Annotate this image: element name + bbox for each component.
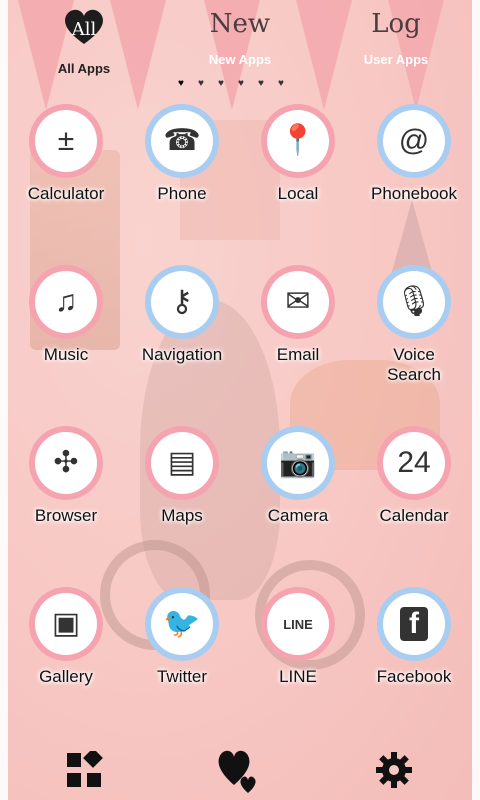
dock	[8, 720, 472, 800]
phone-icon: ☎	[151, 110, 213, 172]
camera-icon: 📷	[267, 432, 329, 494]
bird-icon: 🐦	[151, 593, 213, 655]
tab-user-apps[interactable]: Log User Apps	[326, 6, 466, 67]
app-maps[interactable]: ▤ Maps	[124, 430, 240, 591]
page-dot: ♥	[258, 78, 264, 89]
icon-glyph: @	[398, 124, 430, 157]
app-label: Phone	[157, 184, 207, 203]
app-camera[interactable]: 📷 Camera	[240, 430, 356, 591]
app-label: Navigation	[141, 345, 223, 364]
app-calendar[interactable]: 24 Calendar	[356, 430, 472, 591]
calendar-icon: 24	[383, 432, 445, 494]
app-label: Gallery	[39, 667, 93, 686]
app-phonebook[interactable]: @ Phonebook	[356, 108, 472, 269]
envelope-icon: ✉	[267, 271, 329, 333]
left-edge	[0, 0, 8, 800]
app-label: LINE	[279, 667, 317, 686]
app-label: Calendar	[379, 506, 449, 525]
microphone-icon: 🎙	[383, 271, 445, 333]
app-grid: ± Calculator ☎ Phone 📍 Local @ Phonebook ♫ Music ⚷…	[8, 108, 472, 708]
music-note-icon: ♫	[35, 271, 97, 333]
picture-frame-icon: ▣	[35, 593, 97, 655]
right-edge	[472, 0, 480, 800]
icon-glyph: ♫	[54, 285, 78, 318]
compass-icon: ✣	[35, 432, 97, 494]
page-dot: ♥	[238, 78, 244, 89]
icon-glyph: 📍	[279, 124, 317, 157]
app-music[interactable]: ♫ Music	[8, 269, 124, 430]
app-label: Facebook	[376, 667, 452, 686]
icon-glyph: 🐦	[163, 607, 201, 640]
icon-glyph: 🎙	[394, 285, 434, 318]
icon-glyph: ✉	[285, 285, 311, 318]
app-label: Email	[276, 345, 320, 364]
app-label: Local	[277, 184, 319, 203]
app-navigation[interactable]: ⚷ Navigation	[124, 269, 240, 430]
app-voice-search[interactable]: 🎙 Voice Search	[356, 269, 472, 430]
page-dot: ♥	[178, 78, 184, 89]
app-phone[interactable]: ☎ Phone	[124, 108, 240, 269]
tab-label: All Apps	[57, 61, 111, 76]
calculator-icon: ±	[35, 110, 97, 172]
gear-icon	[376, 752, 412, 788]
apps-grid-icon	[67, 751, 103, 787]
tab-new-apps[interactable]: New New Apps	[170, 6, 310, 67]
page-dot: ♥	[278, 78, 284, 89]
hearts-button[interactable]	[208, 740, 268, 800]
tab-glyph: New	[209, 9, 271, 39]
app-label: Maps	[161, 506, 203, 525]
icon-glyph: ✣	[53, 446, 79, 479]
app-label: Music	[43, 345, 89, 364]
app-label: Browser	[34, 506, 98, 525]
app-email[interactable]: ✉ Email	[240, 269, 356, 430]
icon-glyph: LINE	[283, 616, 313, 632]
apps-grid-button[interactable]	[54, 740, 114, 800]
icon-glyph: ±	[57, 124, 75, 157]
tab-glyph: Log	[371, 9, 421, 39]
page-indicator: ♥ ♥ ♥ ♥ ♥ ♥	[178, 78, 286, 89]
key-icon: ⚷	[151, 271, 213, 333]
hearts-icon	[218, 750, 256, 793]
icon-glyph: f	[400, 607, 428, 641]
heart-icon: All	[62, 6, 106, 46]
icon-glyph: ☎	[163, 124, 201, 157]
tab-label: User Apps	[363, 52, 429, 67]
phonebook-icon: @	[383, 110, 445, 172]
icon-glyph: ▣	[51, 607, 81, 640]
tab-all-apps[interactable]: All All Apps	[14, 6, 154, 76]
icon-glyph: 24	[397, 446, 431, 479]
page-dot: ♥	[198, 78, 204, 89]
line-chat-icon: LINE	[267, 593, 329, 655]
settings-button[interactable]	[364, 740, 424, 800]
tab-label: New Apps	[208, 52, 272, 67]
app-label: Phonebook	[370, 184, 458, 203]
app-label: Twitter	[156, 667, 208, 686]
page-dot: ♥	[218, 78, 224, 89]
icon-glyph: ▤	[167, 446, 197, 479]
folded-map-icon: ▤	[151, 432, 213, 494]
map-pin-icon: 📍	[267, 110, 329, 172]
app-calculator[interactable]: ± Calculator	[8, 108, 124, 269]
facebook-icon: f	[383, 593, 445, 655]
app-local[interactable]: 📍 Local	[240, 108, 356, 269]
app-label: Camera	[267, 506, 329, 525]
icon-glyph: 📷	[279, 446, 317, 479]
app-browser[interactable]: ✣ Browser	[8, 430, 124, 591]
app-label: Calculator	[27, 184, 105, 203]
app-label: Voice Search	[387, 345, 441, 384]
tab-glyph: All	[71, 19, 97, 40]
icon-glyph: ⚷	[171, 285, 193, 318]
